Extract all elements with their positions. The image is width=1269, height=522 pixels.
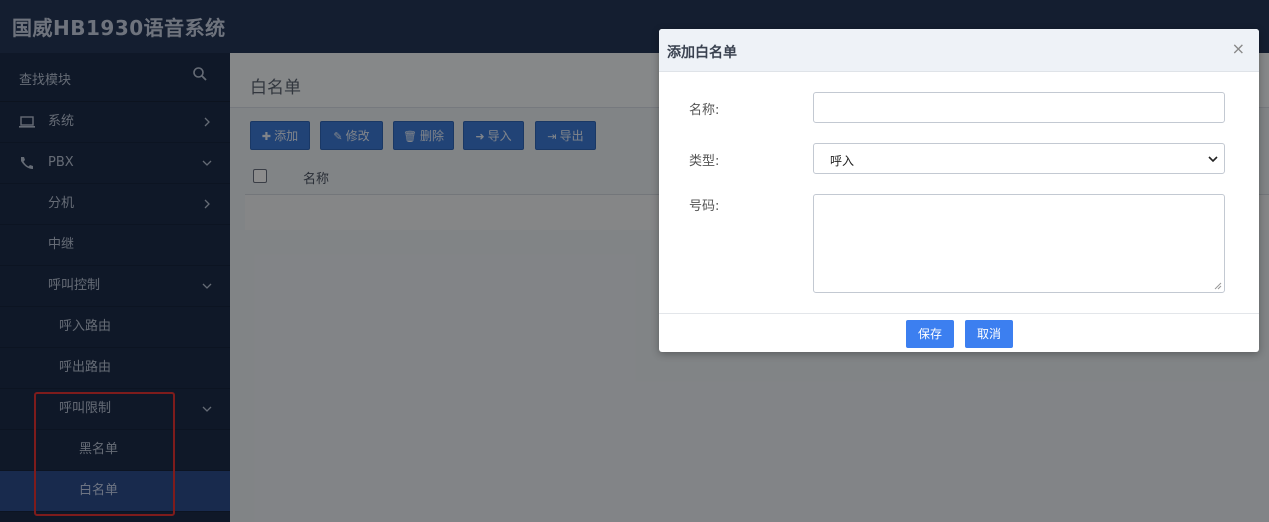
- name-label: 名称:: [689, 103, 720, 118]
- resize-handle-icon[interactable]: [1214, 282, 1222, 290]
- dialog-footer: 保存 取消: [659, 313, 1259, 353]
- dialog-title: 添加白名单: [667, 45, 737, 61]
- type-select-value: 呼入: [830, 154, 855, 168]
- type-label: 类型:: [689, 154, 720, 169]
- type-select[interactable]: 呼入: [813, 143, 1225, 174]
- add-whitelist-dialog: 添加白名单 × 名称: 类型: 呼入 号码: 保存 取消: [659, 29, 1259, 352]
- dialog-header: 添加白名单 ×: [659, 29, 1259, 72]
- close-icon[interactable]: ×: [1232, 39, 1245, 58]
- name-field[interactable]: [813, 92, 1225, 123]
- chevron-down-icon: [1208, 156, 1218, 163]
- save-button[interactable]: 保存: [906, 320, 954, 348]
- number-label: 号码:: [689, 199, 720, 214]
- number-textarea[interactable]: [813, 194, 1225, 293]
- cancel-button[interactable]: 取消: [965, 320, 1013, 348]
